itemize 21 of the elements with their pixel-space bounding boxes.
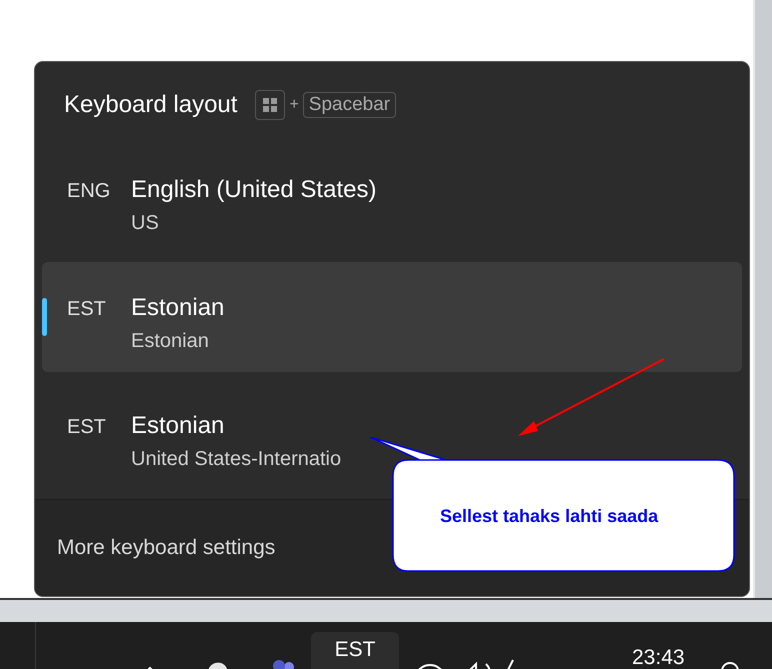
layout-item[interactable]: ENG English (United States) US [42, 142, 376, 256]
panel-title: Keyboard layout [64, 91, 238, 119]
callout-text: Sellest tahaks lahti saada [440, 506, 658, 527]
language-name: Estonian [131, 412, 226, 440]
language-name: English (United States) [131, 176, 376, 204]
language-code: EST [67, 297, 107, 321]
language-code: EST [67, 415, 107, 439]
language-button[interactable]: EST [311, 632, 399, 669]
plus-sign: + [289, 96, 299, 114]
layout-name: United States-Internatio [131, 448, 342, 471]
selection-indicator [42, 298, 47, 336]
key-label: Spacebar [302, 92, 396, 118]
windows-key-icon [255, 90, 286, 120]
layout-name: Estonian [131, 330, 210, 353]
language-code: ENG [67, 179, 112, 203]
layout-item[interactable]: EST Estonian United States-Internatio [42, 378, 342, 492]
clock-time: 23:43 [632, 646, 685, 669]
layout-name: US [131, 212, 160, 235]
more-settings-link[interactable]: More keyboard settings [57, 536, 276, 560]
layout-item[interactable]: EST Estonian Estonian [42, 262, 742, 372]
language-name: Estonian [131, 294, 224, 322]
